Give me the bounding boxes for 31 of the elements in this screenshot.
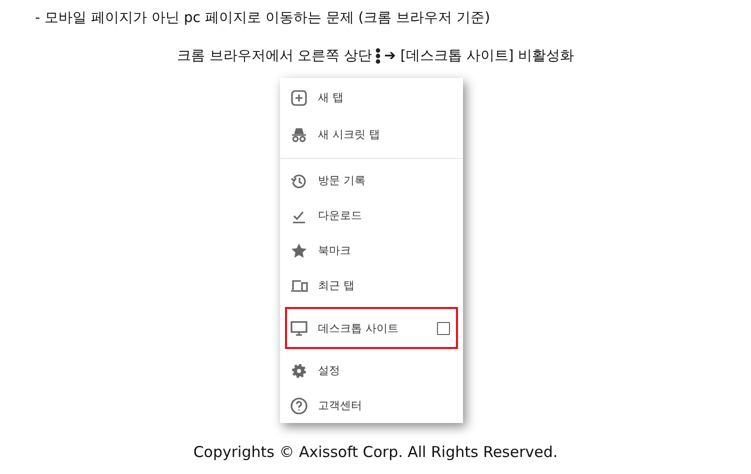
menu-item-label: 설정: [318, 363, 341, 378]
more-icon: [375, 48, 382, 64]
menu-item[interactable]: 데스크톱 사이트: [285, 307, 458, 349]
copyright-text: Copyrights © Axissoft Corp. All Rights Reserved.: [192, 443, 559, 461]
settings-icon: [290, 362, 308, 380]
instruction-text: ➔ [데스크톱 사이트] 비활성화: [384, 47, 574, 66]
help-icon: [290, 396, 308, 414]
menu-item[interactable]: 방문 기록: [280, 163, 463, 198]
menu-item-label: 최근 탭: [318, 278, 356, 293]
menu-item-label: 북마크: [318, 243, 352, 258]
menu-item-label: 고객센터: [318, 398, 363, 413]
menu-item[interactable]: 설정: [280, 353, 463, 388]
menu-item-label: 방문 기록: [318, 173, 366, 188]
menu-item-label: 데스크톱 사이트: [318, 320, 400, 336]
instruction-text: 크롬 브라우저에서 오른쪽 상단: [176, 47, 372, 66]
history-icon: [290, 172, 308, 190]
incognito-icon: [290, 126, 308, 144]
menu-item[interactable]: 최근 탭: [280, 268, 463, 303]
star-icon: [290, 242, 308, 260]
menu-item[interactable]: 새 탭: [280, 80, 463, 115]
menu-item[interactable]: 새 시크릿 탭: [280, 115, 463, 159]
menu-item[interactable]: 다운로드: [280, 198, 463, 233]
monitor-icon: [290, 319, 308, 337]
menu-item-label: 새 시크릿 탭: [318, 127, 381, 142]
checkbox[interactable]: [437, 322, 450, 334]
menu-item-label: 다운로드: [318, 208, 363, 223]
menu-item[interactable]: 북마크: [280, 233, 463, 268]
plus-box-icon: [290, 88, 308, 106]
menu-item-label: 새 탭: [318, 90, 344, 105]
menu-item[interactable]: 고객센터: [280, 388, 463, 423]
note-text: - 모바일 페이지가 아닌 pc 페이지로 이동하는 문제 (크롬 브라우저 기준): [34, 9, 492, 28]
